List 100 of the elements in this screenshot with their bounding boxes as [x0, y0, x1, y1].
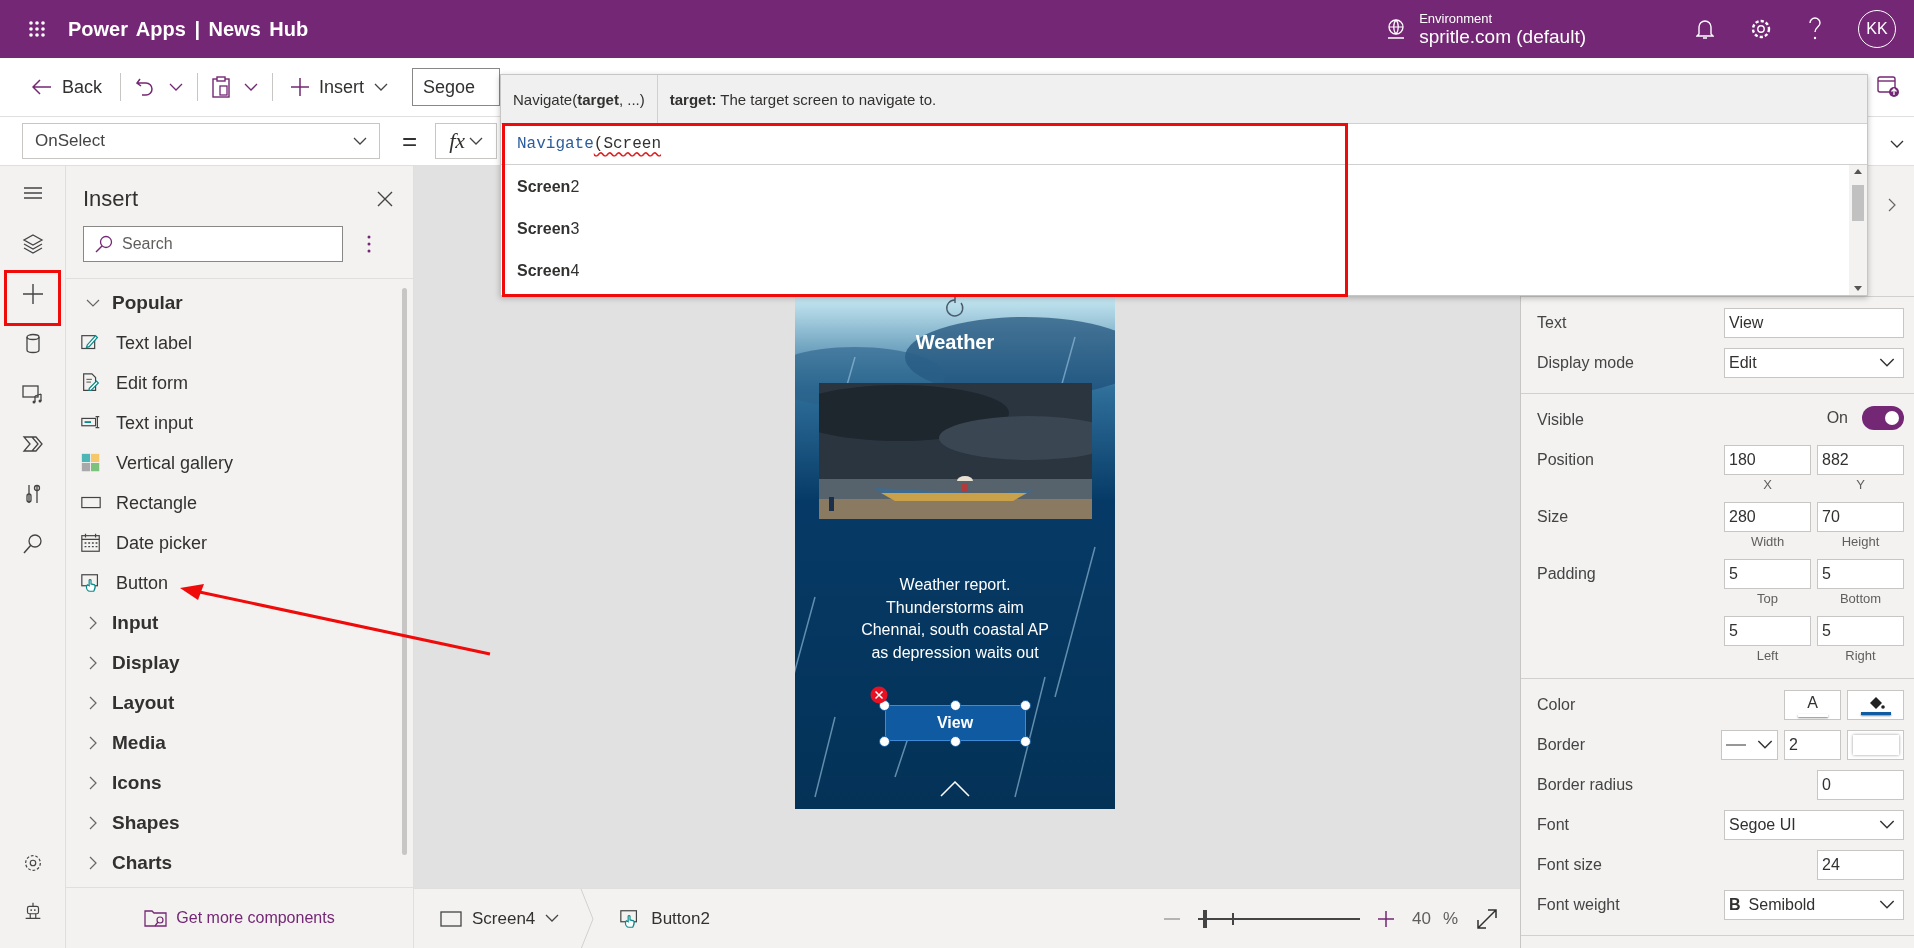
more-options-icon[interactable] — [367, 235, 371, 253]
property-label: Position — [1537, 450, 1594, 470]
dropdown-value: Segoe UI — [1729, 816, 1796, 833]
media-icon[interactable] — [20, 382, 45, 406]
arrow-left-icon — [32, 79, 52, 95]
highlight-box — [4, 270, 61, 326]
field-caption: Height — [1840, 533, 1881, 551]
fill-color-picker[interactable] — [1847, 690, 1904, 720]
chevron-down-icon — [1879, 820, 1895, 830]
line-icon — [1726, 744, 1746, 746]
property-label: Font — [1537, 815, 1569, 835]
property-label: Font size — [1537, 855, 1602, 875]
scroll-up-icon[interactable] — [1854, 169, 1862, 174]
search-field[interactable]: Search — [83, 226, 343, 262]
gallery-icon — [80, 452, 102, 474]
insert-button[interactable]: Insert — [287, 72, 393, 102]
environment-label: Environment — [1419, 10, 1494, 26]
control-breadcrumb[interactable]: Button2 — [613, 906, 716, 931]
close-icon[interactable] — [377, 191, 393, 207]
dropdown[interactable]: Edit — [1724, 348, 1904, 378]
control-item[interactable]: Vertical gallery — [66, 443, 413, 483]
property-label: Padding — [1537, 564, 1596, 584]
field-caption: Bottom — [1838, 590, 1883, 608]
bold-icon: B — [1729, 896, 1741, 913]
field-caption: Right — [1844, 647, 1877, 665]
property-label: Visible — [1537, 410, 1584, 430]
back-button[interactable]: Back — [28, 72, 107, 102]
field-caption: Top — [1756, 590, 1779, 608]
zoom-value: 40 — [1411, 908, 1431, 929]
chevron-down-icon — [1879, 900, 1895, 910]
property-label: Text — [1537, 313, 1567, 333]
chevron-down-icon — [1757, 740, 1773, 750]
control-item[interactable]: Text input — [66, 403, 413, 443]
chevron-down-icon — [169, 82, 184, 92]
suggestion-item[interactable]: Screen4 — [501, 251, 1301, 291]
scrollbar[interactable] — [1849, 165, 1867, 295]
number-field[interactable]: 5 — [1817, 616, 1904, 646]
control-item[interactable]: Edit form — [66, 363, 413, 403]
chevron-down-icon — [374, 82, 389, 92]
property-dropdown[interactable]: OnSelect — [22, 123, 380, 159]
dropdown[interactable]: B Semibold — [1724, 890, 1904, 920]
control-item[interactable]: Date picker — [66, 523, 413, 563]
number-field[interactable]: 0 — [1817, 770, 1904, 800]
environment-name[interactable]: spritle.com (default) — [1419, 25, 1586, 48]
font-dropdown[interactable]: Segoe — [412, 68, 501, 106]
toggle-label: On — [1826, 409, 1848, 427]
screen-breadcrumb[interactable]: Screen4 — [434, 907, 566, 930]
parameter-hint: target: The target screen to navigate to. — [668, 90, 938, 108]
function-button[interactable]: fx — [435, 123, 498, 159]
chevron-down-icon — [469, 136, 484, 146]
control-item[interactable]: Text label — [66, 323, 413, 363]
property-label: Color — [1537, 695, 1576, 715]
undo-icon[interactable] — [135, 77, 156, 97]
zoom-unit: % — [1442, 908, 1458, 929]
plus-icon[interactable] — [20, 282, 45, 306]
property-label: Size — [1537, 507, 1569, 527]
border-style-dropdown[interactable] — [1721, 730, 1778, 760]
control-item[interactable]: Button — [66, 563, 413, 603]
get-components-link[interactable]: Get more components — [144, 908, 335, 928]
dropdown-value: Semibold — [1748, 896, 1816, 913]
toggle-switch[interactable] — [1862, 406, 1904, 430]
folder-icon — [144, 908, 169, 928]
formula-input[interactable]: Navigate(Screen — [501, 124, 1867, 165]
help-icon[interactable] — [1808, 17, 1822, 41]
chevron-down-icon — [545, 914, 560, 923]
dropdown[interactable]: Segoe UI — [1724, 810, 1904, 840]
number-field[interactable]: 280 — [1724, 502, 1811, 532]
zoom-in-icon[interactable] — [1377, 910, 1394, 927]
chevron-right-icon — [1888, 198, 1896, 212]
search-icon — [95, 235, 113, 253]
property-label: Border — [1537, 735, 1586, 755]
number-field[interactable]: 882 — [1817, 445, 1904, 475]
paste-icon[interactable] — [212, 76, 231, 98]
number-field[interactable]: 5 — [1817, 559, 1904, 589]
text-field[interactable]: View — [1724, 308, 1904, 338]
expand-icon — [1890, 140, 1904, 149]
number-field[interactable]: 5 — [1724, 559, 1811, 589]
search-icon[interactable] — [20, 532, 45, 556]
scroll-thumb[interactable] — [1852, 185, 1864, 221]
number-field[interactable]: 2 — [1784, 730, 1841, 760]
equals-sign: = — [402, 125, 418, 157]
suggestion-item[interactable]: Screen2 — [501, 167, 1301, 207]
fit-screen-icon[interactable] — [1476, 907, 1498, 930]
property-label: Font weight — [1537, 895, 1620, 915]
bell-icon[interactable] — [1696, 18, 1714, 40]
number-field[interactable]: 5 — [1724, 616, 1811, 646]
chevron-down-icon — [353, 136, 367, 146]
settings-icon[interactable] — [1750, 18, 1772, 40]
publish-icon[interactable] — [1876, 74, 1900, 98]
number-field[interactable]: 24 — [1817, 850, 1904, 880]
suggestion-item[interactable]: Screen3 — [501, 209, 1301, 249]
control-item[interactable]: Rectangle — [66, 483, 413, 523]
field-caption: Width — [1749, 533, 1786, 551]
number-field[interactable]: 180 — [1724, 445, 1811, 475]
field-caption: X — [1762, 476, 1773, 494]
app-launcher-icon[interactable] — [28, 20, 46, 38]
text-color-picker[interactable]: A — [1784, 690, 1841, 720]
chevron-down-icon — [244, 82, 259, 92]
scroll-down-icon[interactable] — [1854, 286, 1862, 291]
number-field[interactable]: 70 — [1817, 502, 1904, 532]
